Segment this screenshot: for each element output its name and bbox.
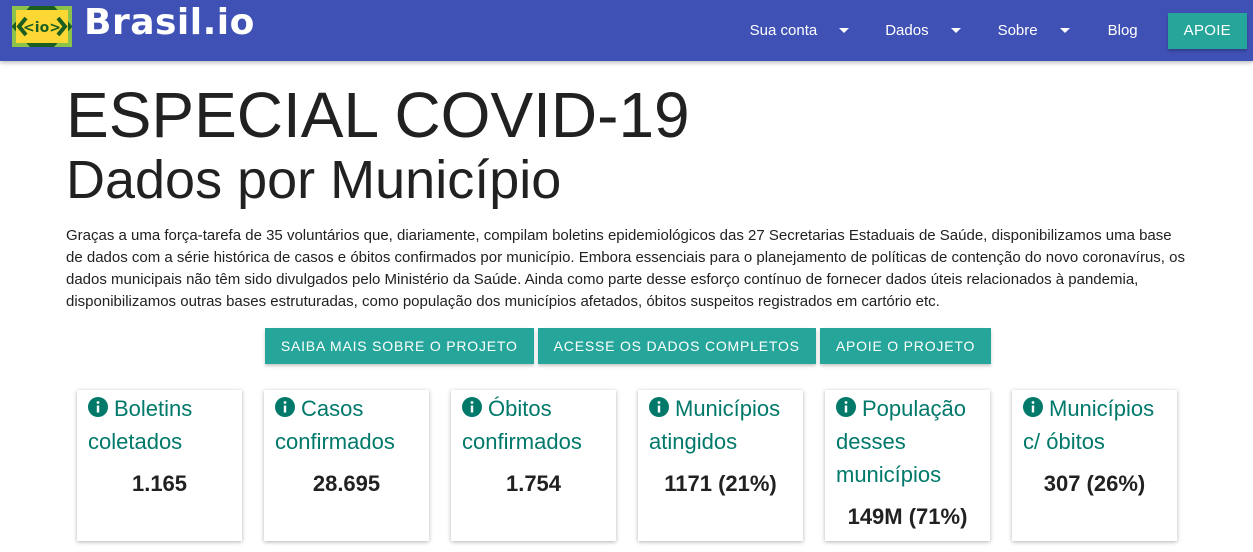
apoie-projeto-button[interactable]: Apoie o projeto (819, 328, 992, 364)
brasil-io-logo[interactable]: <io> Brasil.io (12, 1, 255, 47)
brasil-io-logo-icon: <io> (12, 6, 72, 47)
card-value: 307 (26%) (1043, 471, 1146, 496)
card-value: 28.695 (312, 471, 381, 496)
nav-sua-conta-label: Sua conta (749, 22, 818, 39)
card-boletins: Boletins coletados 1.165 (77, 390, 242, 541)
card-casos: Casos confirmados 28.695 (264, 390, 429, 541)
nav-blog[interactable]: Blog (1108, 22, 1138, 39)
intro-paragraph: Graças a uma força-tarefa de 35 voluntár… (66, 227, 1185, 310)
card-value: 1.754 (505, 471, 562, 496)
info-icon[interactable] (836, 397, 856, 417)
caret-down-icon (1059, 28, 1070, 33)
apoie-button[interactable]: APOIE (1167, 12, 1247, 49)
caret-down-icon (839, 28, 850, 33)
caret-down-icon (950, 28, 961, 33)
card-populacao: População desses municípios 149M (71%) (825, 390, 990, 541)
info-icon[interactable] (275, 397, 295, 417)
main-content: ESPECIAL COVID-19 Dados por Município Gr… (66, 61, 1190, 364)
card-obitos: Óbitos confirmados 1.754 (451, 390, 616, 541)
card-value: 1.165 (131, 471, 188, 496)
top-navbar: <io> Brasil.io Sua conta Dados Sobre Blo… (0, 0, 1253, 61)
info-icon[interactable] (88, 397, 108, 417)
nav-blog-label: Blog (1107, 22, 1138, 39)
nav-sobre-label: Sobre (997, 22, 1038, 39)
cta-button-row: Saiba mais sobre o projeto Acesse os dad… (66, 328, 1190, 364)
page-title: ESPECIAL COVID-19 (66, 79, 690, 151)
info-icon[interactable] (1023, 397, 1043, 417)
acesse-dados-button[interactable]: Acesse os dados completos (537, 328, 816, 364)
card-value: 149M (71%) (847, 504, 968, 529)
nav-dados-label: Dados (885, 22, 929, 39)
page-subtitle: Dados por Município (66, 150, 562, 210)
card-municipios: Municípios atingidos 1171 (21%) (638, 390, 803, 541)
stats-cards: Boletins coletados 1.165 Casos confirmad… (77, 390, 1177, 541)
nav-menu: Sua conta Dados Sobre Blog APOIE (750, 0, 1247, 61)
info-icon[interactable] (462, 397, 482, 417)
logo-text: Brasil.io (84, 1, 255, 43)
nav-sobre[interactable]: Sobre (998, 22, 1070, 39)
card-municipios-obitos: Municípios c/ óbitos 307 (26%) (1012, 390, 1177, 541)
nav-dados[interactable]: Dados (885, 22, 961, 39)
saiba-mais-button[interactable]: Saiba mais sobre o projeto (264, 328, 534, 364)
info-icon[interactable] (649, 397, 669, 417)
logo-mark-text: <io> (23, 20, 61, 36)
card-value: 1171 (21%) (664, 471, 777, 496)
nav-sua-conta[interactable]: Sua conta (750, 22, 850, 39)
